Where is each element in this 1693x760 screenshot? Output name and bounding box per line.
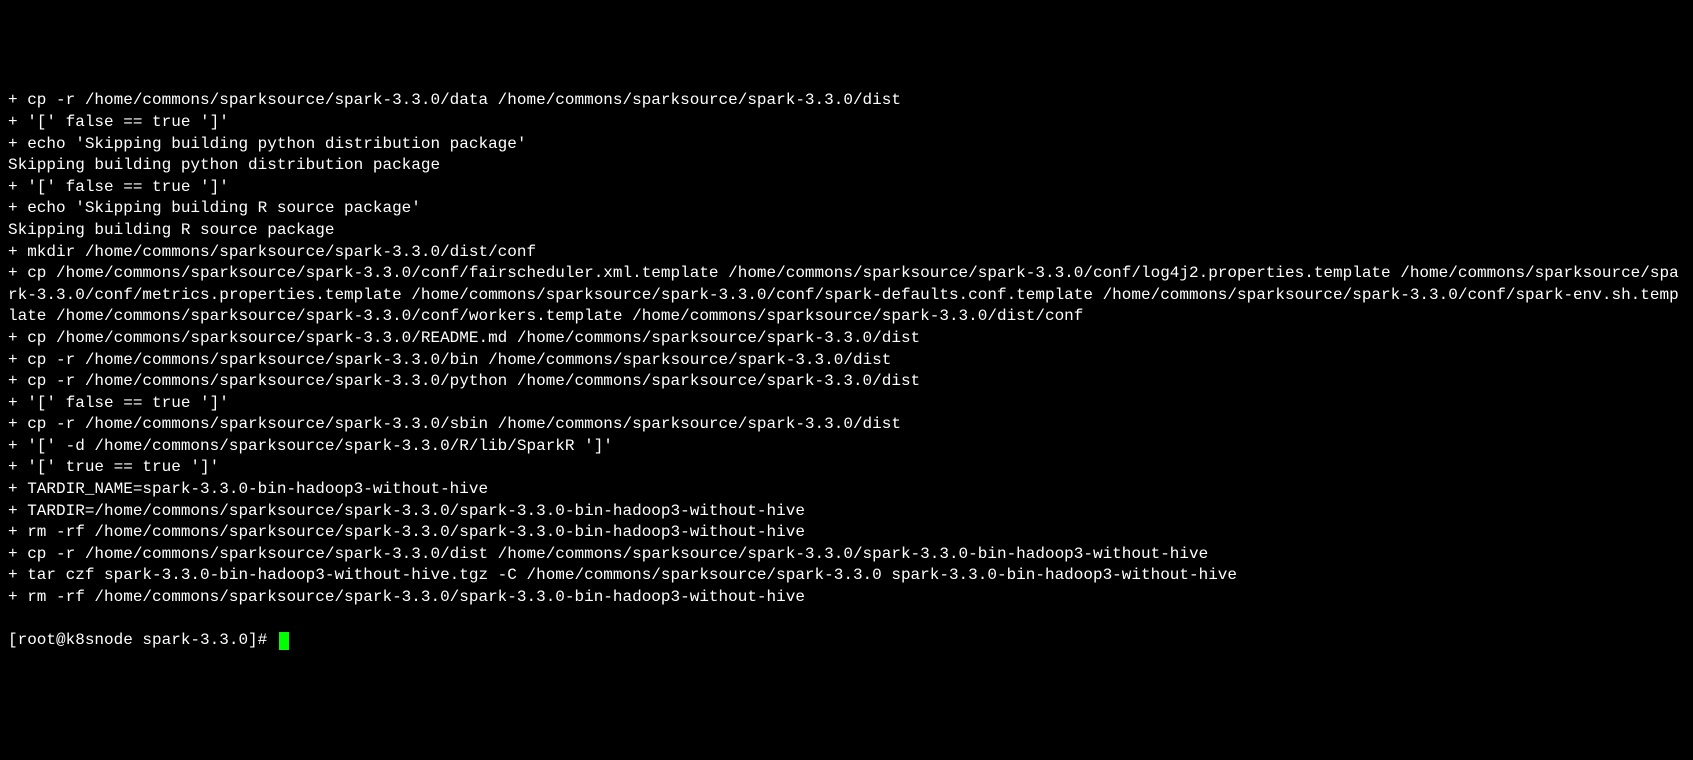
- terminal-line: + '[' false == true ']': [8, 112, 1685, 134]
- terminal-line: Skipping building R source package: [8, 220, 1685, 242]
- terminal-line: + cp -r /home/commons/sparksource/spark-…: [8, 414, 1685, 436]
- terminal-line: + cp -r /home/commons/sparksource/spark-…: [8, 544, 1685, 566]
- terminal-line: + cp -r /home/commons/sparksource/spark-…: [8, 371, 1685, 393]
- terminal-line: + '[' -d /home/commons/sparksource/spark…: [8, 436, 1685, 458]
- terminal-line: + cp /home/commons/sparksource/spark-3.3…: [8, 263, 1685, 328]
- terminal-prompt: [root@k8snode spark-3.3.0]#: [8, 630, 277, 652]
- terminal-line: + echo 'Skipping building R source packa…: [8, 198, 1685, 220]
- cursor-icon: [279, 632, 289, 650]
- terminal-line: + mkdir /home/commons/sparksource/spark-…: [8, 242, 1685, 264]
- terminal-line: + rm -rf /home/commons/sparksource/spark…: [8, 522, 1685, 544]
- terminal-line: + rm -rf /home/commons/sparksource/spark…: [8, 587, 1685, 609]
- terminal-line: + cp -r /home/commons/sparksource/spark-…: [8, 350, 1685, 372]
- terminal-line: + '[' false == true ']': [8, 393, 1685, 415]
- terminal-line: + echo 'Skipping building python distrib…: [8, 134, 1685, 156]
- terminal-line: + '[' true == true ']': [8, 457, 1685, 479]
- terminal-line: + '[' false == true ']': [8, 177, 1685, 199]
- terminal-line: + TARDIR=/home/commons/sparksource/spark…: [8, 501, 1685, 523]
- terminal-line: + cp /home/commons/sparksource/spark-3.3…: [8, 328, 1685, 350]
- terminal-line: + cp -r /home/commons/sparksource/spark-…: [8, 90, 1685, 112]
- terminal-prompt-line[interactable]: [root@k8snode spark-3.3.0]#: [8, 630, 1685, 652]
- terminal-line: + TARDIR_NAME=spark-3.3.0-bin-hadoop3-wi…: [8, 479, 1685, 501]
- terminal-output: + cp -r /home/commons/sparksource/spark-…: [8, 90, 1685, 608]
- terminal-line: + tar czf spark-3.3.0-bin-hadoop3-withou…: [8, 565, 1685, 587]
- terminal-line: Skipping building python distribution pa…: [8, 155, 1685, 177]
